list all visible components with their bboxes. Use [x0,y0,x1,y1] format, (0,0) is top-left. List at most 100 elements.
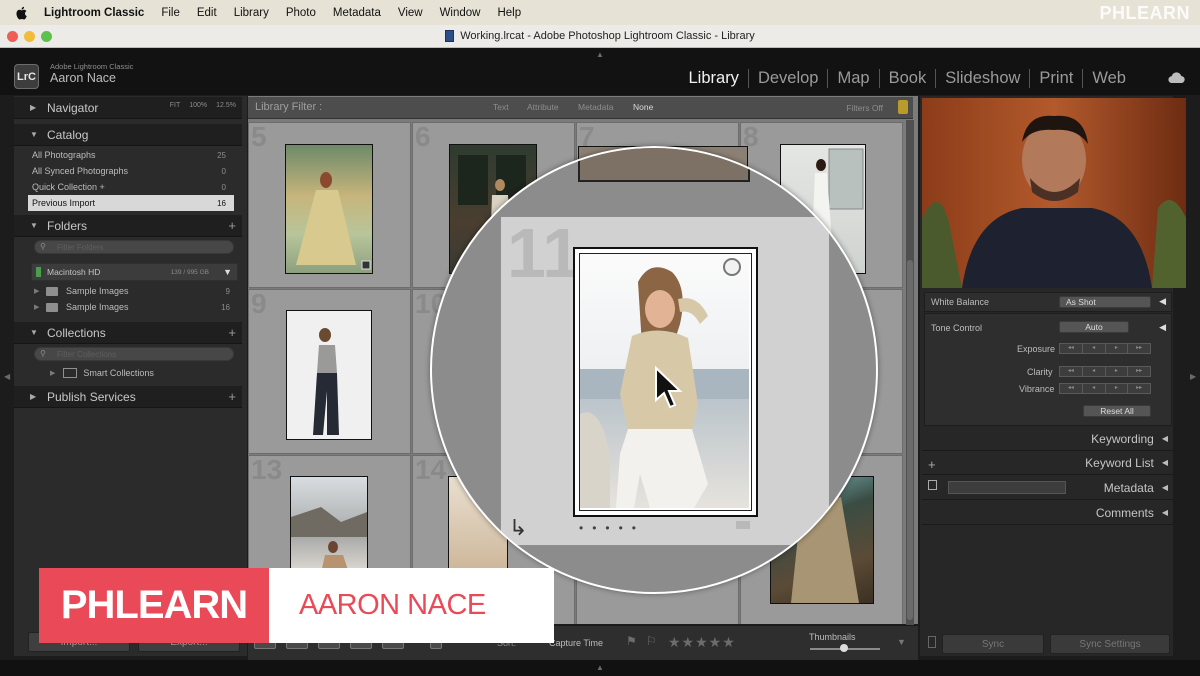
sync-settings-button[interactable]: Sync Settings [1050,634,1170,654]
folder-item[interactable]: ▶ Sample Images 16 [34,299,234,315]
module-print[interactable]: Print [1030,69,1084,88]
sync-toggle-icon[interactable] [928,636,936,648]
photo-thumbnail[interactable] [290,476,368,576]
zoom-magnifier: 11 ••••• ↳ [430,146,878,594]
zoom-100-option[interactable]: 100% [189,102,207,109]
disclosure-triangle-icon[interactable]: ▶ [34,287,46,295]
catalog-item-quick-collection[interactable]: Quick Collection + 0 [28,179,234,195]
catalog-item-all-synced[interactable]: All Synced Photographs 0 [28,163,234,179]
comments-panel-header[interactable]: Comments ◀ [922,501,1174,525]
module-library[interactable]: Library [680,69,749,88]
auto-tone-button[interactable]: Auto [1059,321,1129,333]
folders-search-input[interactable]: ⚲ Filter Folders [34,240,234,254]
thumbnails-slider-knob[interactable] [840,644,848,652]
filters-off-dropdown[interactable]: Filters Off [846,103,883,113]
add-folder-icon[interactable]: + [228,218,236,233]
panel-expand-icon[interactable]: ◀ [1159,322,1166,333]
photo-thumbnail[interactable] [286,310,372,440]
pick-flag-circle-icon[interactable] [723,258,741,276]
menu-file[interactable]: File [161,7,180,19]
apple-icon[interactable] [14,5,30,21]
disclosure-triangle-icon[interactable]: ▶ [50,369,55,377]
filter-tab-metadata[interactable]: Metadata [578,102,613,112]
folders-header[interactable]: ▼ Folders + [14,215,242,237]
expand-triangle-icon: ◀ [1161,434,1168,443]
menu-metadata[interactable]: Metadata [333,7,381,19]
collections-search-input[interactable]: ⚲ Filter Collections [34,347,234,361]
filter-tab-attribute[interactable]: Attribute [527,102,559,112]
volume-menu-icon[interactable]: ▼ [223,267,232,277]
catalog-item-previous-import[interactable]: Previous Import 16 [28,195,234,211]
folder-label: Sample Images [66,302,129,312]
lock-icon[interactable] [898,100,908,114]
rating-dots[interactable]: ••••• [579,521,645,535]
menu-window[interactable]: Window [440,7,481,19]
folder-icon [46,286,58,296]
menu-edit[interactable]: Edit [197,7,217,19]
disclosure-triangle-icon[interactable]: ▶ [34,303,46,311]
minimize-window-button[interactable] [24,31,35,42]
catalog-header[interactable]: ▼ Catalog [14,124,242,146]
toolbar-menu-icon[interactable]: ▼ [897,637,906,647]
menu-photo[interactable]: Photo [286,7,316,19]
star-rating[interactable]: ★★★★★ [668,634,736,651]
comments-label: Comments [1095,505,1154,520]
panel-expand-icon[interactable]: ◀ [1159,296,1166,307]
zoom-fit-option[interactable]: FIT [170,102,181,109]
filter-tab-none[interactable]: None [633,102,653,112]
menu-view[interactable]: View [398,7,423,19]
catalog-item-all-photographs[interactable]: All Photographs 25 [28,147,234,163]
exposure-stepper[interactable]: ◂◂ ◂ ▸ ▸▸ [1059,343,1151,354]
left-panel-toggle-icon[interactable]: ◀ [4,372,10,381]
right-panel-toggle-icon[interactable]: ▶ [1190,372,1196,381]
folder-item[interactable]: ▶ Sample Images 9 [34,283,234,299]
menu-app-name[interactable]: Lightroom Classic [44,7,144,19]
zoom-window-button[interactable] [41,31,52,42]
folder-count: 9 [225,286,230,296]
module-slideshow[interactable]: Slideshow [936,69,1031,88]
module-web[interactable]: Web [1083,69,1126,88]
bottom-panel-toggle-icon[interactable]: ▲ [596,663,604,672]
smart-collections-item[interactable]: ▶ Smart Collections [50,368,154,378]
cloud-icon[interactable] [1166,70,1186,86]
zoom-12-option[interactable]: 12.5% [216,102,236,109]
collections-header[interactable]: ▼ Collections + [14,322,242,344]
publish-services-header[interactable]: ▶ Publish Services + [14,386,242,408]
filter-tab-text[interactable]: Text [493,102,509,112]
navigator-header[interactable]: ▶ Navigator FIT 100% 12.5% [14,97,242,119]
presenter-name: AARON NACE [299,589,486,621]
publish-services-label: Publish Services [47,389,136,404]
reject-flag-icon[interactable]: ⚐ [646,634,657,648]
flag-icon[interactable]: ⚑ [626,634,637,648]
module-book[interactable]: Book [880,69,937,88]
window-title: Working.lrcat - Adobe Photoshop Lightroo… [460,30,755,42]
add-publish-service-icon[interactable]: + [228,389,236,404]
volume-status-indicator [36,267,41,277]
photo-thumbnail[interactable] [285,144,373,274]
identity-name: Aaron Nace [50,71,117,85]
top-panel-toggle-icon[interactable]: ▲ [596,50,604,59]
keywording-panel-header[interactable]: Keywording ◀ [922,427,1174,451]
expand-triangle-icon: ▶ [30,392,37,401]
grid-scrollbar-thumb[interactable] [907,260,913,620]
cell-number: 9 [251,288,267,319]
module-map[interactable]: Map [828,69,880,88]
add-collection-icon[interactable]: + [228,325,236,340]
keyword-list-panel-header[interactable]: Keyword List ◀ [922,451,1174,475]
reset-all-button[interactable]: Reset All [1083,405,1151,417]
clarity-stepper[interactable]: ◂◂ ◂ ▸ ▸▸ [1059,366,1151,377]
vibrance-stepper[interactable]: ◂◂ ◂ ▸ ▸▸ [1059,383,1151,394]
menu-help[interactable]: Help [497,7,521,19]
badge-icon [736,521,750,529]
sync-button[interactable]: Sync [942,634,1044,654]
metadata-panel-header[interactable]: Metadata ◀ [922,476,1174,500]
rotate-left-icon[interactable]: ↳ [509,515,527,541]
white-balance-dropdown[interactable]: As Shot [1059,296,1151,308]
catalog-item-count: 0 [221,182,226,192]
mouse-cursor-icon [655,366,683,409]
menu-library[interactable]: Library [234,7,269,19]
volume-macintosh-hd[interactable]: Macintosh HD 139 / 995 GB ▼ [31,263,238,281]
close-window-button[interactable] [7,31,18,42]
sort-dropdown[interactable]: Capture Time [549,638,603,648]
module-develop[interactable]: Develop [749,69,829,88]
